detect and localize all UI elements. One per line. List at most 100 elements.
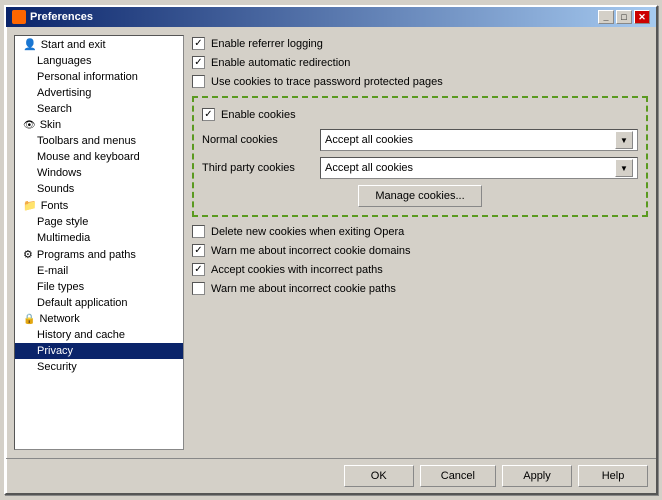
sidebar-item-sounds[interactable]: Sounds [15,181,183,197]
sidebar-item-label: Default application [37,297,128,309]
sidebar-item-e-mail[interactable]: E-mail [15,263,183,279]
sidebar-item-label: E-mail [37,265,68,277]
sidebar-item-privacy[interactable]: Privacy [15,343,183,359]
sidebar-item-label: Languages [37,55,91,67]
checkbox-label-use-cookies-trace: Use cookies to trace password protected … [211,76,443,88]
sidebar-item-windows[interactable]: Windows [15,165,183,181]
sidebar-item-label: Start and exit [41,39,106,51]
checkbox-delete-new-cookies[interactable] [192,225,205,238]
third-party-cookies-label: Third party cookies [202,162,312,174]
sidebar-item-default-application[interactable]: Default application [15,295,183,311]
sidebar-item-toolbars-and-menus[interactable]: Toolbars and menus [15,133,183,149]
window-title: Preferences [30,11,93,23]
normal-cookies-arrow[interactable]: ▼ [615,131,633,149]
sidebar-item-skin[interactable]: 👁 Skin [15,117,183,133]
checkbox-label-warn-incorrect-paths: Warn me about incorrect cookie paths [211,283,396,295]
close-button[interactable]: ✕ [634,10,650,24]
sidebar-item-page-style[interactable]: Page style [15,214,183,230]
checkbox-enable-referrer[interactable] [192,37,205,50]
sidebar-item-personal-information[interactable]: Personal information [15,69,183,85]
checkbox-warn-incorrect-paths[interactable] [192,282,205,295]
sidebar-item-label: Privacy [37,345,73,357]
normal-cookies-row: Normal cookies Accept all cookies ▼ [202,129,638,151]
preferences-window: Preferences _ □ ✕ 👤 Start and exit Languag… [4,5,658,495]
checkbox-row-warn-incorrect-domain: Warn me about incorrect cookie domains [192,242,648,259]
sidebar-item-network[interactable]: 🔒 Network [15,311,183,327]
manage-cookies-button[interactable]: Manage cookies... [358,185,481,207]
cookie-settings-box: Enable cookies Normal cookies Accept all c… [192,96,648,217]
maximize-button[interactable]: □ [616,10,632,24]
checkbox-label-enable-redirection: Enable automatic redirection [211,57,350,69]
sidebar-item-multimedia[interactable]: Multimedia [15,230,183,246]
checkbox-enable-redirection[interactable] [192,56,205,69]
checkbox-row-accept-incorrect-paths: Accept cookies with incorrect paths [192,261,648,278]
checkbox-row-enable-redirection: Enable automatic redirection [192,54,648,71]
sidebar-item-label: Network [39,313,79,325]
sidebar-item-label: Search [37,103,72,115]
sidebar-item-label: Programs and paths [37,249,136,261]
checkbox-label-delete-new-cookies: Delete new cookies when exiting Opera [211,226,404,238]
lock-icon: 🔒 [23,313,35,325]
bottom-buttons: OK Cancel Apply Help [6,458,656,493]
content-area: 👤 Start and exit Languages Personal informa… [6,27,656,458]
sidebar-item-label: Fonts [41,200,69,212]
apply-button[interactable]: Apply [502,465,572,487]
sidebar-item-history-and-cache[interactable]: History and cache [15,327,183,343]
checkbox-row-use-cookies-trace: Use cookies to trace password protected … [192,73,648,90]
checkbox-use-cookies-trace[interactable] [192,75,205,88]
sidebar-item-label: Personal information [37,71,138,83]
sidebar-item-label: Page style [37,216,88,228]
minimize-button[interactable]: _ [598,10,614,24]
checkbox-row-delete-new-cookies: Delete new cookies when exiting Opera [192,223,648,240]
ok-button[interactable]: OK [344,465,414,487]
checkbox-enable-cookies[interactable] [202,108,215,121]
sidebar-item-languages[interactable]: Languages [15,53,183,69]
main-panel: Enable referrer logging Enable automatic … [192,35,648,450]
checkbox-row-enable-referrer: Enable referrer logging [192,35,648,52]
third-party-cookies-select[interactable]: Accept all cookies ▼ [320,157,638,179]
enable-cookies-row: Enable cookies [202,106,638,123]
sidebar-item-start-and-exit[interactable]: 👤 Start and exit [15,36,183,53]
sidebar-item-file-types[interactable]: File types [15,279,183,295]
sidebar-item-label: Advertising [37,87,91,99]
sidebar-item-label: Multimedia [37,232,90,244]
sidebar-item-label: History and cache [37,329,125,341]
sidebar-item-programs-and-paths[interactable]: ⚙ Programs and paths [15,246,183,263]
sidebar-item-advertising[interactable]: Advertising [15,85,183,101]
checkbox-accept-incorrect-paths[interactable] [192,263,205,276]
checkbox-label-warn-incorrect-domain: Warn me about incorrect cookie domains [211,245,411,257]
sidebar-item-label: Skin [40,119,61,131]
gear-icon: ⚙ [23,248,33,261]
app-icon [12,10,26,24]
checkbox-warn-incorrect-domain[interactable] [192,244,205,257]
options-area: Enable referrer logging Enable automatic … [192,35,648,450]
third-party-cookies-arrow[interactable]: ▼ [615,159,633,177]
sidebar-item-mouse-and-keyboard[interactable]: Mouse and keyboard [15,149,183,165]
sidebar-item-label: Windows [37,167,82,179]
normal-cookies-value: Accept all cookies [325,134,413,146]
titlebar: Preferences _ □ ✕ [6,7,656,27]
sidebar-item-label: Mouse and keyboard [37,151,140,163]
third-party-cookies-row: Third party cookies Accept all cookies ▼ [202,157,638,179]
folder-icon: 📁 [23,199,37,212]
sidebar-item-fonts[interactable]: 📁 Fonts [15,197,183,214]
normal-cookies-label: Normal cookies [202,134,312,146]
enable-cookies-label: Enable cookies [221,109,296,121]
sidebar-item-search[interactable]: Search [15,101,183,117]
sidebar: 👤 Start and exit Languages Personal informa… [14,35,184,450]
sidebar-item-label: Security [37,361,77,373]
help-button[interactable]: Help [578,465,648,487]
sidebar-item-security[interactable]: Security [15,359,183,375]
normal-cookies-select[interactable]: Accept all cookies ▼ [320,129,638,151]
cancel-button[interactable]: Cancel [420,465,496,487]
eye-icon: 👁 [23,119,36,131]
sidebar-item-label: Sounds [37,183,74,195]
sidebar-item-label: Toolbars and menus [37,135,136,147]
sidebar-item-label: File types [37,281,84,293]
checkbox-row-warn-incorrect-paths: Warn me about incorrect cookie paths [192,280,648,297]
person-icon: 👤 [23,38,37,51]
manage-cookies-row: Manage cookies... [202,185,638,207]
checkbox-label-enable-referrer: Enable referrer logging [211,38,323,50]
third-party-cookies-value: Accept all cookies [325,162,413,174]
checkbox-label-accept-incorrect-paths: Accept cookies with incorrect paths [211,264,383,276]
